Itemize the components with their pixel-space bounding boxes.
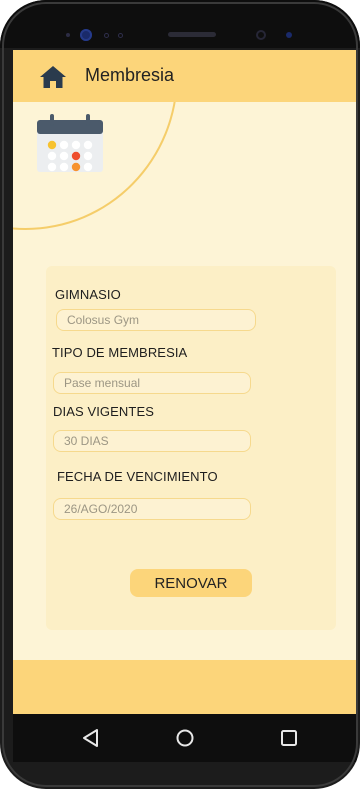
phone-frame: Membresia GIMNASIO Colosus Gym TIPO DE M…	[0, 0, 360, 789]
expiry-date-label: FECHA DE VENCIMIENTO	[57, 469, 218, 484]
sensor-dot	[286, 32, 292, 38]
home-icon[interactable]	[39, 65, 67, 89]
calendar-icon	[37, 114, 103, 172]
front-camera-icon	[80, 29, 92, 41]
gym-label: GIMNASIO	[55, 287, 121, 302]
membership-type-label: TIPO DE MEMBRESIA	[52, 345, 188, 360]
sensor-dot	[256, 30, 266, 40]
sensor-dot	[66, 33, 70, 37]
gym-input[interactable]: Colosus Gym	[56, 309, 256, 331]
system-nav-bar	[13, 714, 357, 762]
app-screen: Membresia GIMNASIO Colosus Gym TIPO DE M…	[13, 50, 357, 714]
expiry-date-input[interactable]: 26/AGO/2020	[53, 498, 251, 520]
home-circle-icon[interactable]	[173, 726, 197, 750]
page-title: Membresia	[85, 65, 175, 85]
membership-type-input[interactable]: Pase mensual	[53, 372, 251, 394]
back-triangle-icon[interactable]	[79, 726, 103, 750]
valid-days-input[interactable]: 30 DIAS	[53, 430, 251, 452]
sensor-dot	[104, 33, 109, 38]
renew-button[interactable]: RENOVAR	[130, 569, 252, 597]
app-bottom-bar	[13, 660, 357, 714]
valid-days-label: DIAS VIGENTES	[53, 404, 154, 419]
sensor-dot	[118, 33, 123, 38]
recents-square-icon[interactable]	[277, 726, 301, 750]
speaker-grille	[168, 32, 216, 37]
phone-top-bezel	[0, 0, 360, 48]
app-header: Membresia	[13, 50, 357, 102]
membership-card: GIMNASIO Colosus Gym TIPO DE MEMBRESIA P…	[46, 266, 336, 630]
